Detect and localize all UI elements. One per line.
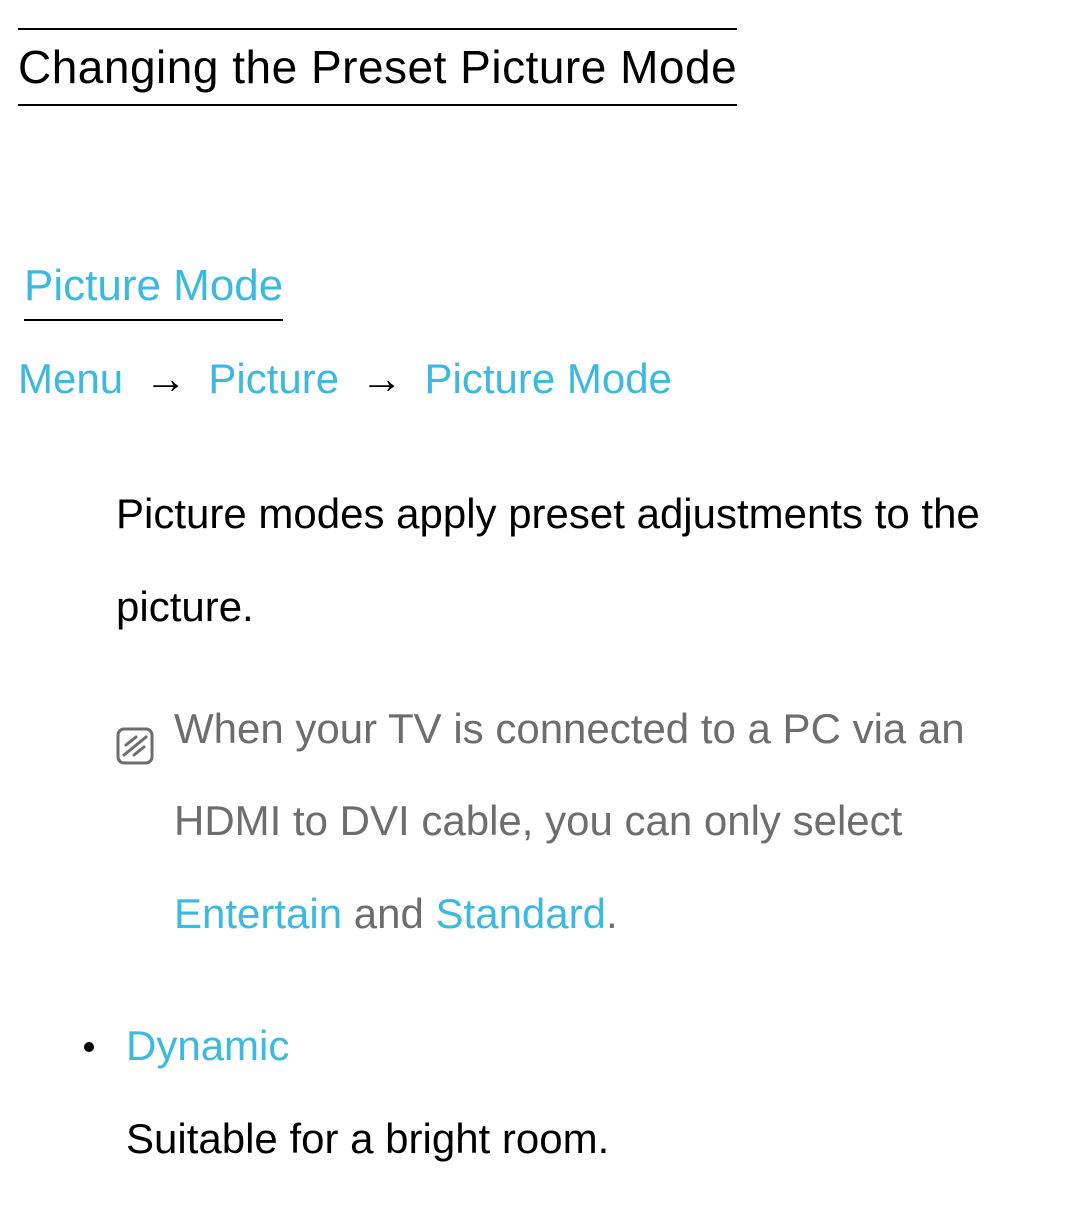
note-icon (116, 705, 154, 797)
note-prefix: When your TV is connected to a PC via an… (174, 705, 965, 844)
breadcrumb-step-picture-mode: Picture Mode (424, 355, 671, 402)
list-item-desc: Suitable for a bright room. (126, 1093, 609, 1185)
breadcrumb: Menu → Picture → Picture Mode (18, 351, 1062, 408)
list-item: Dynamic Suitable for a bright room. (84, 1000, 1062, 1185)
note-block: When your TV is connected to a PC via an… (116, 683, 1062, 960)
breadcrumb-arrow-icon: → (361, 355, 403, 402)
note-highlight-standard: Standard (436, 890, 606, 937)
section-link-picture-mode: Picture Mode (24, 256, 283, 321)
breadcrumb-arrow-icon: → (145, 355, 187, 402)
note-text: When your TV is connected to a PC via an… (174, 683, 1062, 960)
bullet-icon (84, 1042, 94, 1052)
note-suffix: . (606, 890, 618, 937)
note-mid: and (342, 890, 435, 937)
description-text: Picture modes apply preset adjustments t… (116, 468, 1062, 653)
list-item-title-dynamic: Dynamic (126, 1000, 609, 1092)
note-highlight-entertain: Entertain (174, 890, 342, 937)
breadcrumb-step-menu: Menu (18, 355, 123, 402)
breadcrumb-step-picture: Picture (208, 355, 339, 402)
content-body: Picture modes apply preset adjustments t… (116, 468, 1062, 1185)
page-title: Changing the Preset Picture Mode (18, 28, 737, 106)
